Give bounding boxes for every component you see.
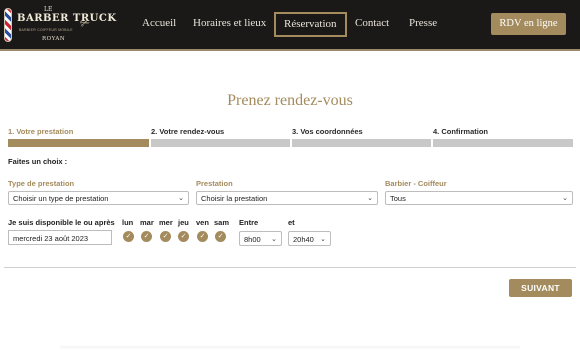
service-label: Prestation (196, 179, 233, 188)
nav-hours[interactable]: Horaires et lieux (193, 0, 266, 47)
barber-label: Barbier - Coiffeur (385, 179, 447, 188)
day-label-lun: lun (122, 218, 134, 227)
barber-pole-icon (4, 8, 12, 42)
page-title: Prenez rendez-vous (227, 92, 353, 109)
chevron-down-icon: ⌄ (367, 195, 373, 202)
day-checkbox-lun[interactable]: ✓ (123, 231, 134, 242)
barber-select[interactable]: Tous ⌄ (385, 191, 573, 205)
online-booking-button[interactable]: RDV en ligne (491, 13, 566, 35)
next-button[interactable]: SUIVANT (509, 279, 572, 297)
step-3-progress (292, 139, 431, 147)
chevron-down-icon: ⌄ (562, 195, 568, 202)
step-1-label: 1. Votre prestation (8, 127, 74, 136)
service-type-select[interactable]: Choisir un type de prestation ⌄ (8, 191, 189, 205)
time-to-select[interactable]: 20h40 ⌄ (288, 231, 331, 246)
divider (4, 267, 576, 268)
day-checkbox-ven[interactable]: ✓ (197, 231, 208, 242)
footer-shadow (60, 346, 520, 350)
service-value: Choisir la prestation (201, 194, 268, 203)
day-checkbox-jeu[interactable]: ✓ (178, 231, 189, 242)
step-1-progress (8, 139, 149, 147)
step-4-progress (433, 139, 573, 147)
logo-le: LE (44, 6, 53, 13)
service-type-value: Choisir un type de prestation (13, 194, 109, 203)
nav-contact[interactable]: Contact (355, 0, 389, 47)
date-label: Je suis disponible le ou après (8, 218, 115, 227)
date-input[interactable]: mercredi 23 août 2023 (8, 230, 112, 245)
time-from-value: 8h00 (244, 235, 261, 244)
day-label-jeu: jeu (178, 218, 189, 227)
step-2-label: 2. Votre rendez-vous (151, 127, 225, 136)
day-label-ven: ven (196, 218, 209, 227)
chevron-down-icon: ⌄ (178, 195, 184, 202)
logo-name: BARBER TRUCK (17, 13, 117, 24)
day-label-mar: mar (140, 218, 154, 227)
nav-booking[interactable]: Réservation (274, 12, 347, 37)
barber-value: Tous (390, 194, 406, 203)
nav-home[interactable]: Accueil (142, 0, 176, 47)
step-4-label: 4. Confirmation (433, 127, 489, 136)
nav-press[interactable]: Presse (409, 0, 437, 47)
day-label-mer: mer (159, 218, 173, 227)
day-checkbox-mar[interactable]: ✓ (141, 231, 152, 242)
logo-tagline: BARBIER COIFFEUR MOBILE (19, 28, 73, 32)
site-header: LE BARBER TRUCK BARBIER COIFFEUR MOBILE … (0, 0, 580, 51)
time-from-select[interactable]: 8h00 ⌄ (239, 231, 282, 246)
logo[interactable]: LE BARBER TRUCK BARBIER COIFFEUR MOBILE … (4, 5, 116, 45)
chevron-down-icon: ⌄ (271, 236, 277, 243)
step-3-label: 3. Vos coordonnées (292, 127, 363, 136)
choice-heading: Faites un choix : (8, 157, 68, 166)
time-from-label: Entre (239, 218, 259, 227)
time-to-value: 20h40 (293, 235, 314, 244)
service-select[interactable]: Choisir la prestation ⌄ (196, 191, 378, 205)
day-label-sam: sam (214, 218, 230, 227)
logo-city: ROYAN (42, 36, 66, 42)
day-checkbox-mer[interactable]: ✓ (160, 231, 171, 242)
time-to-label: et (288, 218, 295, 227)
day-checkbox-sam[interactable]: ✓ (215, 231, 226, 242)
service-type-label: Type de prestation (8, 179, 75, 188)
step-2-progress (151, 139, 290, 147)
chevron-down-icon: ⌄ (320, 236, 326, 243)
